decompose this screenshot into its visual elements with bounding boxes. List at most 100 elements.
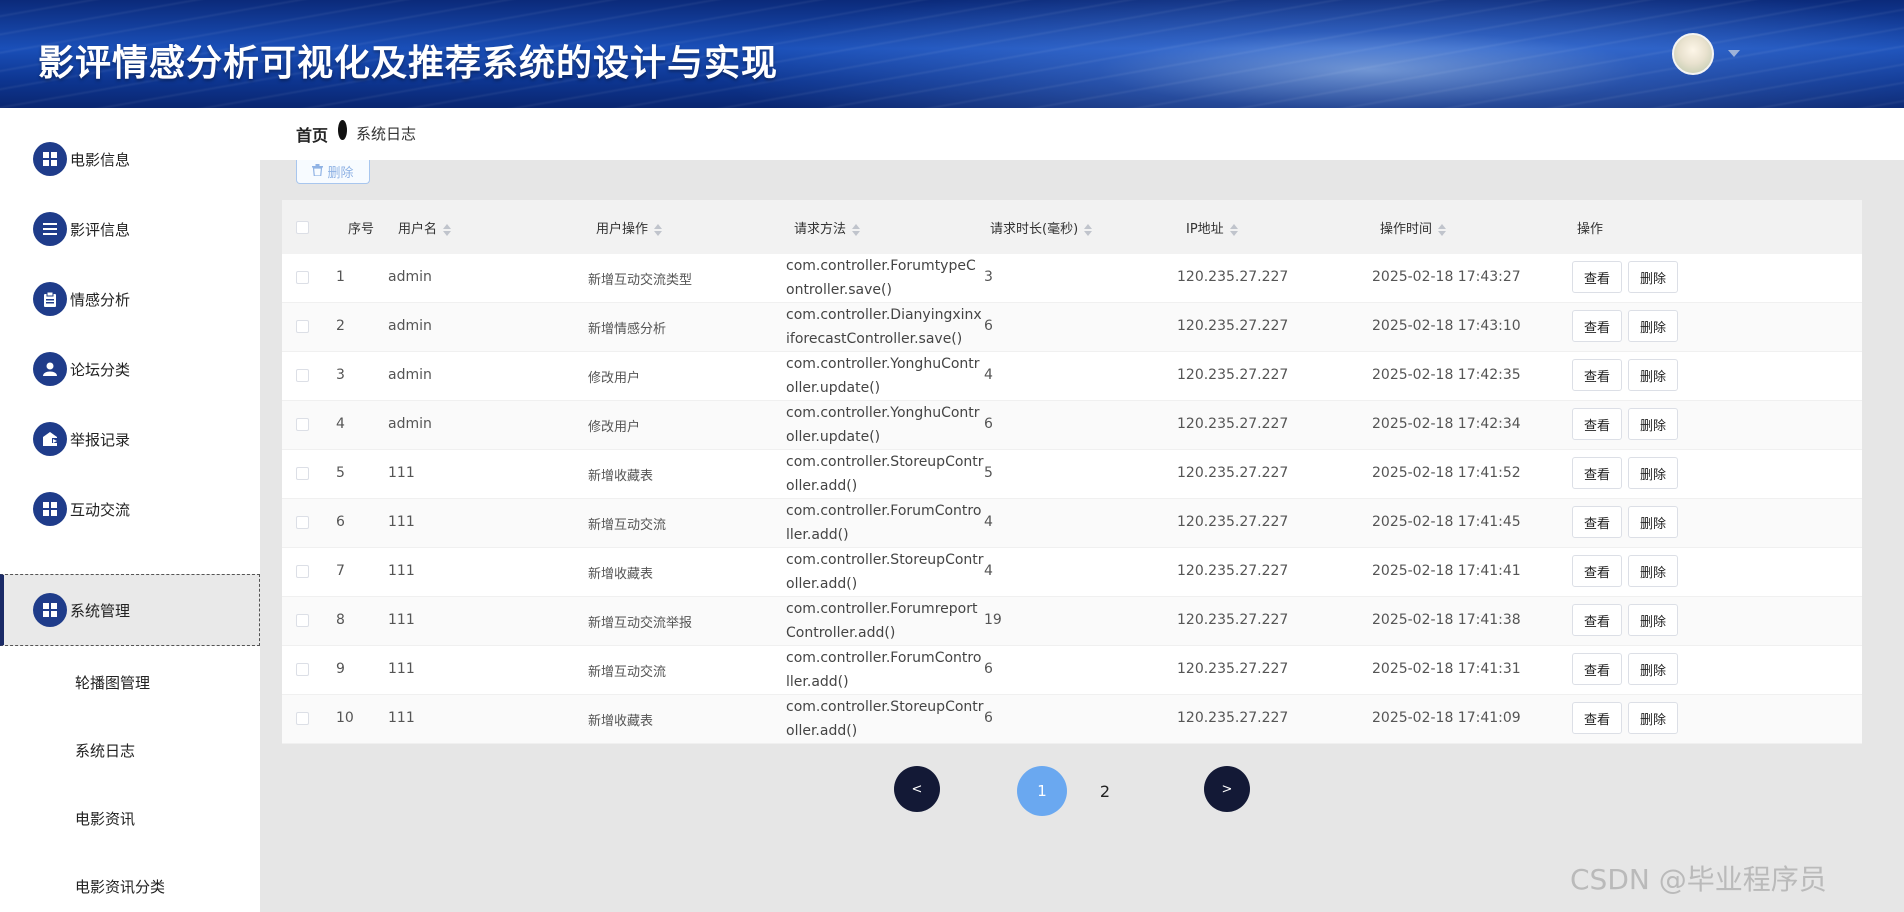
delete-button[interactable]: 删除 bbox=[1628, 604, 1678, 636]
app-title: 影评情感分析可视化及推荐系统的设计与实现 bbox=[38, 43, 779, 84]
delete-button[interactable]: 删除 bbox=[1628, 702, 1678, 734]
sidebar-item-label: 互动交流 bbox=[70, 500, 131, 519]
cell-time: 2025-02-18 17:41:52 bbox=[1372, 465, 1521, 481]
cell-method: com.controller.ForumController.add() bbox=[786, 503, 982, 543]
cell-ip: 120.235.27.227 bbox=[1177, 318, 1289, 334]
sidebar-item-forum-category[interactable]: 论坛分类 bbox=[0, 334, 260, 404]
row-checkbox[interactable] bbox=[296, 565, 309, 578]
cell-no: 9 bbox=[336, 661, 345, 677]
row-checkbox[interactable] bbox=[296, 712, 309, 725]
sidebar-subitem-movie-news-category[interactable]: 电影资讯分类 bbox=[75, 876, 165, 897]
column-header-duration[interactable]: 请求时长(毫秒) bbox=[990, 218, 1093, 237]
row-checkbox[interactable] bbox=[296, 418, 309, 431]
cell-method: com.controller.ForumreportController.add… bbox=[786, 601, 978, 641]
chevron-down-icon[interactable] bbox=[1728, 50, 1740, 57]
table-row: 9 111 新增互动交流 com.controller.ForumController… bbox=[282, 646, 1862, 695]
next-page-button[interactable]: > bbox=[1204, 766, 1250, 812]
user-avatar[interactable] bbox=[1672, 33, 1714, 75]
table-row: 1 admin 新增互动交流类型 com.controller.ForumtypeCo… bbox=[282, 254, 1862, 303]
batch-delete-button[interactable]: 删除 bbox=[296, 160, 370, 184]
delete-button[interactable]: 删除 bbox=[1628, 555, 1678, 587]
column-header-time[interactable]: 操作时间 bbox=[1380, 218, 1447, 237]
sidebar-item-review-info[interactable]: 影评信息 bbox=[0, 194, 260, 264]
row-checkbox[interactable] bbox=[296, 467, 309, 480]
delete-button[interactable]: 删除 bbox=[1628, 653, 1678, 685]
sidebar-subitem-system-log[interactable]: 系统日志 bbox=[75, 740, 135, 761]
cell-username: admin bbox=[388, 318, 432, 334]
sort-icon bbox=[1438, 223, 1447, 236]
row-checkbox[interactable] bbox=[296, 614, 309, 627]
view-button[interactable]: 查看 bbox=[1572, 604, 1622, 636]
column-header-operation[interactable]: 用户操作 bbox=[596, 218, 663, 237]
cell-method: com.controller.StoreupController.add() bbox=[786, 699, 984, 739]
cell-duration: 6 bbox=[984, 661, 993, 677]
column-header-ip[interactable]: IP地址 bbox=[1186, 218, 1238, 237]
cell-method: com.controller.YonghuController.update() bbox=[786, 405, 980, 445]
breadcrumb-home[interactable]: 首页 bbox=[296, 122, 328, 146]
view-button[interactable]: 查看 bbox=[1572, 457, 1622, 489]
list-icon bbox=[33, 212, 67, 246]
table-row: 3 admin 修改用户 com.controller.YonghuControlle… bbox=[282, 352, 1862, 401]
cell-method: com.controller.YonghuController.update() bbox=[786, 356, 980, 396]
cell-no: 10 bbox=[336, 710, 354, 726]
view-button[interactable]: 查看 bbox=[1572, 653, 1622, 685]
grid-icon bbox=[33, 593, 67, 627]
row-checkbox[interactable] bbox=[296, 516, 309, 529]
sidebar-item-label: 电影信息 bbox=[70, 150, 131, 169]
sidebar-item-report-records[interactable]: 举报记录 bbox=[0, 404, 260, 474]
row-checkbox[interactable] bbox=[296, 369, 309, 382]
sidebar-item-label: 举报记录 bbox=[70, 430, 131, 449]
cell-no: 2 bbox=[336, 318, 345, 334]
cell-no: 7 bbox=[336, 563, 345, 579]
sidebar-item-system-management[interactable]: 系统管理 bbox=[0, 574, 260, 646]
sidebar-item-interaction[interactable]: 互动交流 bbox=[0, 474, 260, 544]
view-button[interactable]: 查看 bbox=[1572, 702, 1622, 734]
delete-button[interactable]: 删除 bbox=[1628, 506, 1678, 538]
cell-username: 111 bbox=[388, 563, 415, 579]
cell-operation: 新增收藏表 bbox=[588, 567, 654, 582]
view-button[interactable]: 查看 bbox=[1572, 310, 1622, 342]
view-button[interactable]: 查看 bbox=[1572, 555, 1622, 587]
breadcrumb-separator-icon bbox=[338, 120, 347, 140]
select-all-checkbox[interactable] bbox=[296, 221, 309, 234]
cell-operation: 修改用户 bbox=[588, 371, 641, 386]
table-row: 2 admin 新增情感分析 com.controller.Dianyingxinxi… bbox=[282, 303, 1862, 352]
view-button[interactable]: 查看 bbox=[1572, 506, 1622, 538]
cell-no: 6 bbox=[336, 514, 345, 530]
cell-time: 2025-02-18 17:41:45 bbox=[1372, 514, 1521, 530]
delete-button[interactable]: 删除 bbox=[1628, 359, 1678, 391]
sidebar-item-sentiment[interactable]: 情感分析 bbox=[0, 264, 260, 334]
view-button[interactable]: 查看 bbox=[1572, 408, 1622, 440]
sidebar: 电影信息 影评信息 情感分析 论坛分类 举报记录 互动交流 系统管理 轮播图管理… bbox=[0, 108, 260, 912]
table-row: 7 111 新增收藏表 com.controller.StoreupControlle… bbox=[282, 548, 1862, 597]
row-checkbox[interactable] bbox=[296, 663, 309, 676]
sidebar-subitem-movie-news[interactable]: 电影资讯 bbox=[75, 808, 135, 829]
delete-button[interactable]: 删除 bbox=[1628, 457, 1678, 489]
column-header-username[interactable]: 用户名 bbox=[398, 218, 452, 237]
cell-time: 2025-02-18 17:42:35 bbox=[1372, 367, 1521, 383]
row-checkbox[interactable] bbox=[296, 320, 309, 333]
breadcrumb: 首页 系统日志 bbox=[260, 108, 1904, 160]
cell-username: admin bbox=[388, 416, 432, 432]
view-button[interactable]: 查看 bbox=[1572, 261, 1622, 293]
cell-time: 2025-02-18 17:42:34 bbox=[1372, 416, 1521, 432]
page-number-2[interactable]: 2 bbox=[1080, 766, 1130, 816]
delete-button[interactable]: 删除 bbox=[1628, 408, 1678, 440]
cell-time: 2025-02-18 17:41:41 bbox=[1372, 563, 1521, 579]
cell-username: 111 bbox=[388, 514, 415, 530]
prev-page-button[interactable]: < bbox=[894, 766, 940, 812]
view-button[interactable]: 查看 bbox=[1572, 359, 1622, 391]
report-icon bbox=[33, 422, 67, 456]
page-number-1[interactable]: 1 bbox=[1017, 766, 1067, 816]
column-header-method[interactable]: 请求方法 bbox=[794, 218, 861, 237]
cell-username: 111 bbox=[388, 710, 415, 726]
cell-duration: 3 bbox=[984, 269, 993, 285]
table-header: 序号 用户名 用户操作 请求方法 请求时长(毫秒) IP地址 操作时间 操作 bbox=[282, 200, 1862, 254]
row-checkbox[interactable] bbox=[296, 271, 309, 284]
sidebar-item-movie-info[interactable]: 电影信息 bbox=[0, 124, 260, 194]
sidebar-subitem-carousel[interactable]: 轮播图管理 bbox=[75, 672, 150, 693]
delete-button[interactable]: 删除 bbox=[1628, 261, 1678, 293]
cell-duration: 6 bbox=[984, 416, 993, 432]
cell-username: 111 bbox=[388, 612, 415, 628]
delete-button[interactable]: 删除 bbox=[1628, 310, 1678, 342]
